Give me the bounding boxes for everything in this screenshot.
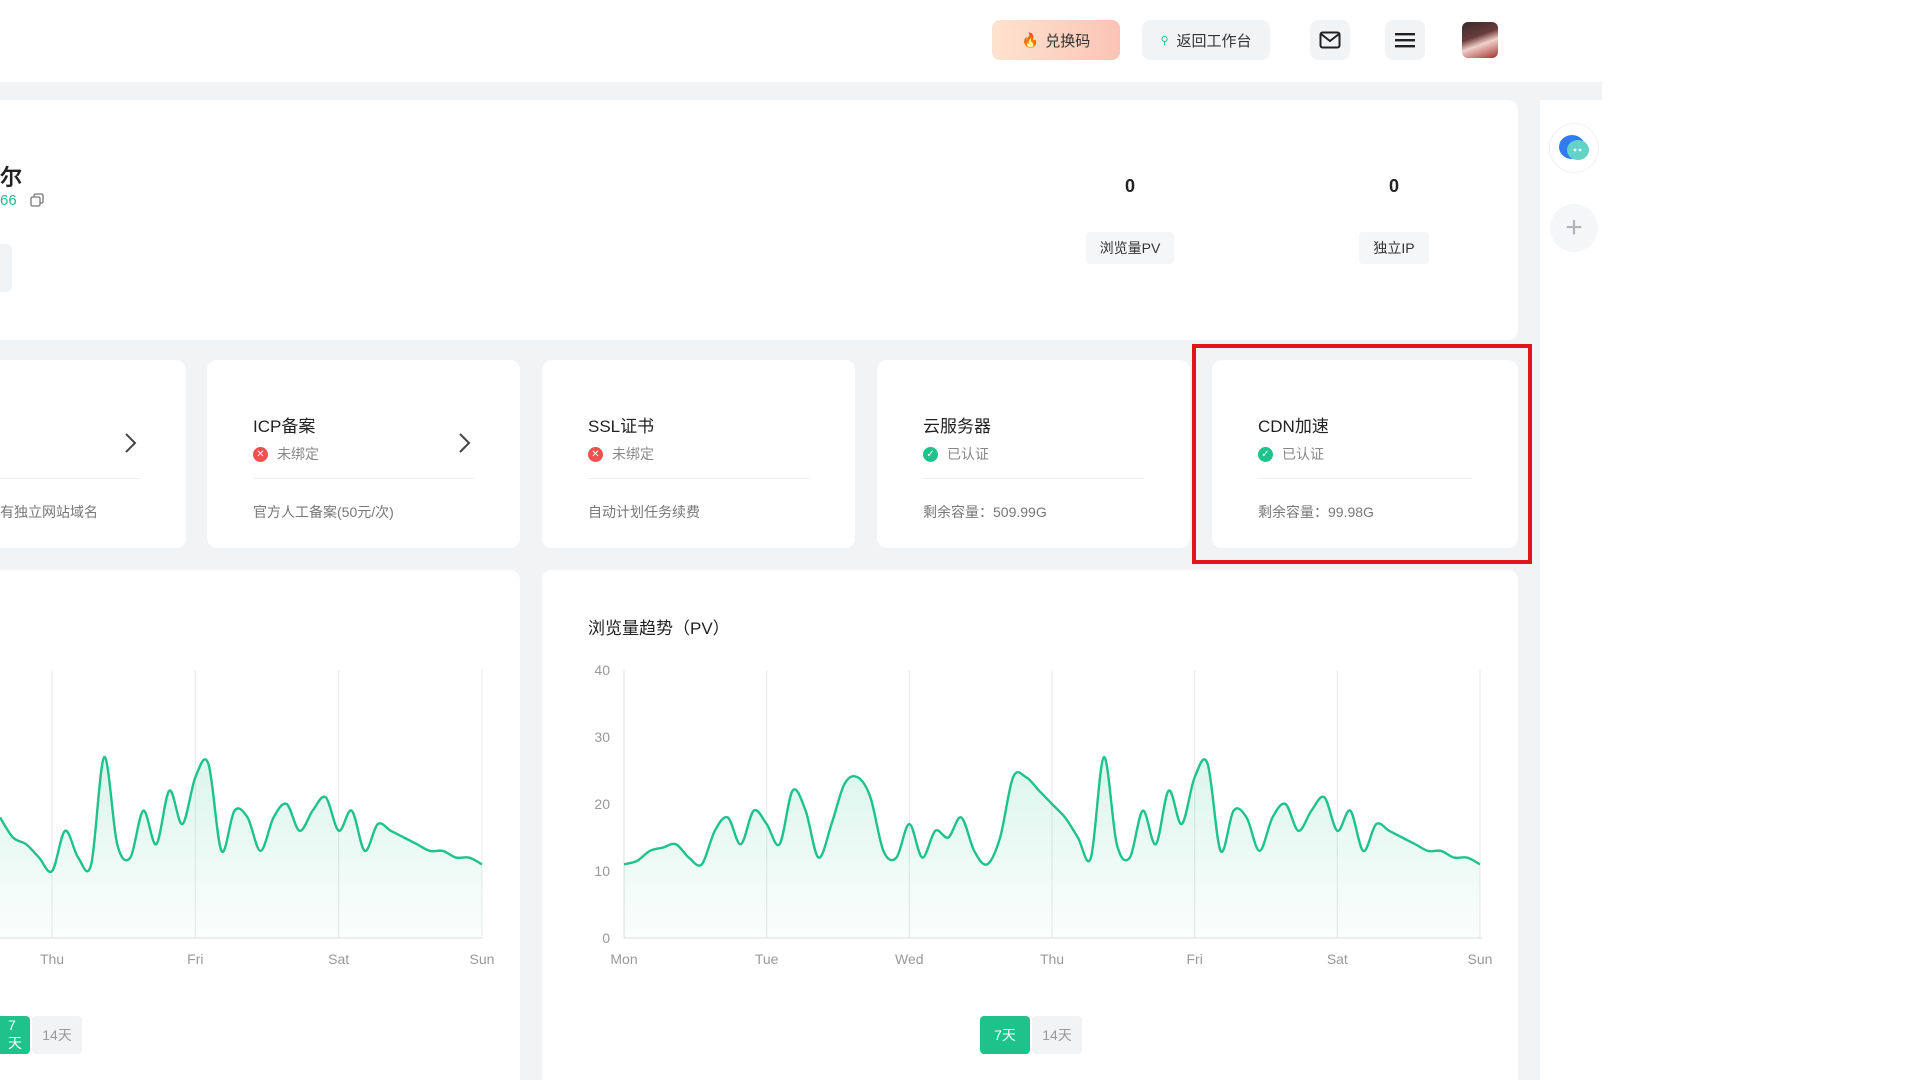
fire-icon: 🔥: [1021, 31, 1040, 48]
right-sidebar: +: [1540, 100, 1602, 1080]
stat-pv-label: 浏览量PV: [1085, 232, 1175, 264]
card-divider: [253, 478, 474, 479]
y-tick-label: 10: [594, 863, 610, 879]
hamburger-menu-icon: [1395, 33, 1415, 48]
service-note: 自动计划任务续费: [588, 504, 700, 520]
search-icon: ⚲: [1160, 34, 1169, 47]
chat-bubble-icon: [1559, 135, 1589, 160]
range-7d-button[interactable]: 7天: [980, 1016, 1030, 1054]
back-to-workbench-label: 返回工作台: [1176, 32, 1252, 50]
chart-card-pv: 浏览量趋势（PV） Mon Tue Wed Thu Fri Sat Sun 0 10 20 30 40: [542, 570, 1518, 1080]
x-tick-label: Sat: [328, 951, 349, 967]
service-status: ✕ 未绑定: [588, 444, 654, 464]
profile-card: [0, 100, 1518, 340]
trend-chart-left: Thu Fri Sat Sun: [0, 670, 495, 967]
menu-button[interactable]: [1385, 20, 1425, 60]
chevron-right-icon[interactable]: [458, 432, 472, 454]
pv-trend-chart: Mon Tue Wed Thu Fri Sat Sun 0 10 20 30 40: [594, 662, 1493, 967]
profile-action-button[interactable]: [0, 244, 12, 292]
back-to-workbench-button[interactable]: ⚲ 返回工作台: [1142, 20, 1270, 60]
service-card-ssl[interactable]: SSL证书 ✕ 未绑定 自动计划任务续费: [542, 360, 855, 548]
add-button[interactable]: +: [1550, 204, 1598, 252]
service-status-label: 未绑定: [277, 446, 319, 462]
y-tick-label: 30: [594, 729, 610, 745]
service-card-icp[interactable]: ICP备案 ✕ 未绑定 官方人工备案(50元/次): [207, 360, 520, 548]
plus-icon: +: [1565, 211, 1583, 244]
stat-pv-value: 0: [1124, 176, 1135, 196]
card-divider: [923, 478, 1144, 479]
service-title: SSL证书: [588, 417, 655, 436]
range-14d-button[interactable]: 14天: [1032, 1016, 1082, 1054]
service-status-label: 未绑定: [612, 446, 654, 462]
stat-ip: 0 独立IP: [1344, 176, 1444, 264]
service-note: 官方人工备案(50元/次): [253, 504, 394, 520]
copy-icon[interactable]: [30, 193, 44, 207]
range-7d-button[interactable]: 7天: [0, 1016, 30, 1054]
chevron-right-icon[interactable]: [124, 432, 138, 454]
chart-card-left: Thu Fri Sat Sun: [0, 570, 520, 1080]
service-status-label: 已认证: [947, 446, 989, 462]
chat-button[interactable]: [1550, 124, 1598, 172]
x-tick-label: Thu: [1040, 951, 1064, 967]
service-title: 云服务器: [923, 417, 991, 436]
range-toggle-left: 7天 14天: [0, 1016, 82, 1054]
x-tick-label: Tue: [755, 951, 779, 967]
service-title: ICP备案: [253, 417, 316, 436]
service-note: 剩余容量：99.98G: [1258, 504, 1374, 520]
service-title: CDN加速: [1258, 417, 1329, 436]
profile-id: 66: [0, 192, 17, 209]
check-icon: ✓: [1258, 446, 1273, 462]
stat-pv: 0 浏览量PV: [1080, 176, 1180, 264]
check-icon: ✓: [923, 446, 938, 462]
service-card-cloud-server[interactable]: 云服务器 ✓ 已认证 剩余容量：509.99G: [877, 360, 1190, 548]
stat-ip-label: 独立IP: [1359, 232, 1429, 264]
error-icon: ✕: [588, 446, 603, 462]
y-tick-label: 0: [602, 930, 610, 946]
series-area: [0, 756, 482, 938]
x-tick-label: Sat: [1327, 951, 1348, 967]
service-card-domain[interactable]: 有独立网站域名: [0, 360, 186, 548]
x-tick-label: Fri: [187, 951, 203, 967]
card-divider: [0, 478, 140, 479]
x-tick-label: Mon: [610, 951, 637, 967]
error-icon: ✕: [253, 446, 268, 462]
range-toggle-pv: 7天 14天: [980, 1016, 1082, 1054]
profile-nickname: 尔: [0, 165, 23, 190]
x-tick-label: Sun: [1468, 951, 1493, 967]
mail-button[interactable]: [1310, 20, 1350, 60]
stat-ip-value: 0: [1388, 176, 1399, 196]
service-status: ✓ 已认证: [1258, 444, 1324, 464]
x-tick-label: Sun: [470, 951, 495, 967]
y-tick-label: 40: [594, 662, 610, 678]
user-avatar[interactable]: [1462, 22, 1498, 58]
mail-icon: [1319, 31, 1341, 49]
card-divider: [1258, 478, 1472, 479]
service-status: ✕ 未绑定: [253, 444, 319, 464]
redeem-code-label: 兑换码: [1045, 32, 1091, 50]
x-tick-label: Fri: [1187, 951, 1203, 967]
service-card-cdn[interactable]: CDN加速 ✓ 已认证 剩余容量：99.98G: [1212, 360, 1518, 548]
y-tick-label: 20: [594, 796, 610, 812]
x-tick-label: Thu: [40, 951, 64, 967]
card-divider: [588, 478, 809, 479]
top-header: 🔥 兑换码 ⚲ 返回工作台: [0, 0, 1602, 82]
service-note: 有独立网站域名: [0, 504, 98, 520]
service-status: ✓ 已认证: [923, 444, 989, 464]
service-status-label: 已认证: [1282, 446, 1324, 462]
redeem-code-button[interactable]: 🔥 兑换码: [992, 20, 1120, 60]
x-tick-label: Wed: [895, 951, 924, 967]
service-note: 剩余容量：509.99G: [923, 504, 1047, 520]
range-14d-button[interactable]: 14天: [32, 1016, 82, 1054]
